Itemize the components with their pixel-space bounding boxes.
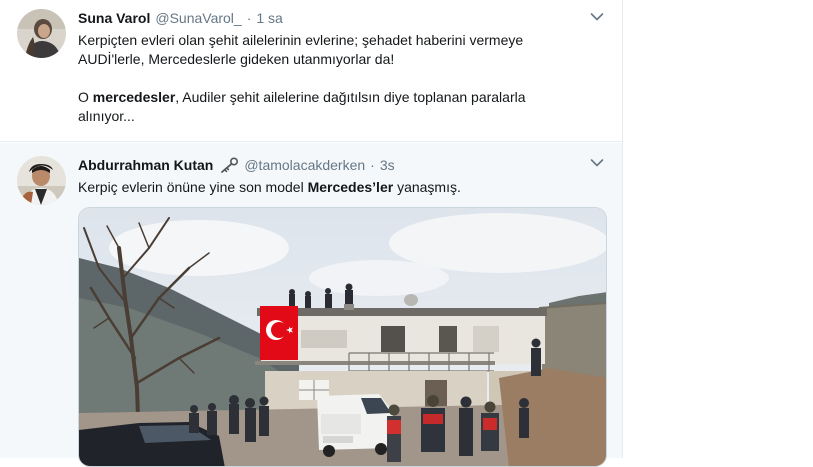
avatar[interactable]: [17, 9, 66, 58]
avatar[interactable]: [17, 156, 66, 205]
chevron-down-icon[interactable]: [590, 158, 604, 168]
tweet-photo[interactable]: [78, 207, 607, 467]
tweet-text-line: Kerpiç evlerin önüne yine son model Merc…: [78, 178, 588, 197]
timeline: Suna Varol @SunaVarol_ · 1 sa Kerpiçten …: [0, 0, 623, 467]
chevron-down-icon[interactable]: [590, 12, 604, 22]
white-van: [317, 394, 393, 457]
tweet-text-line: Kerpiçten evleri olan şehit ailelerinin …: [78, 32, 524, 48]
key-icon: [221, 157, 239, 173]
tweet-abdurrahman-kutan[interactable]: Abdurrahman Kutan @tamolacakderken · 3s …: [0, 143, 622, 467]
tweet-text: Kerpiç evlerin önüne yine son model Merc…: [78, 178, 588, 197]
tweet-text-line: O mercedesler, Audiler şehit ailelerine …: [78, 88, 588, 107]
tweet-suna-varol[interactable]: Suna Varol @SunaVarol_ · 1 sa Kerpiçten …: [0, 0, 622, 142]
turkish-flag: [260, 306, 298, 360]
tweet-text-line: alınıyor...: [78, 108, 135, 124]
text-segment: O: [78, 89, 93, 105]
tweet-header: Abdurrahman Kutan @tamolacakderken · 3s: [78, 155, 395, 175]
tweet-timestamp[interactable]: 3s: [380, 157, 395, 173]
tweet-timestamp[interactable]: 1 sa: [256, 10, 282, 26]
display-name[interactable]: Suna Varol: [78, 10, 150, 26]
highlighted-term: mercedesler: [92, 89, 176, 105]
text-segment: Kerpiç evlerin önüne yine son model: [78, 179, 308, 195]
separator-dot: ·: [370, 157, 375, 173]
user-handle[interactable]: @tamolacakderken: [244, 157, 365, 173]
text-segment: , Audiler şehit ailelerine dağıtılsın di…: [175, 89, 526, 105]
tweet-text: Kerpiçten evleri olan şehit ailelerinin …: [78, 31, 588, 126]
display-name[interactable]: Abdurrahman Kutan: [78, 157, 213, 173]
tweet-header: Suna Varol @SunaVarol_ · 1 sa: [78, 8, 283, 28]
tweet-text-line: AUDİ'lerle, Mercedeslerle gideken utanmı…: [78, 51, 395, 67]
text-segment: yanaşmış.: [393, 179, 461, 195]
user-handle[interactable]: @SunaVarol_: [155, 10, 241, 26]
dark-car: [79, 422, 225, 466]
highlighted-term: Mercedes’ler: [307, 179, 394, 195]
separator-dot: ·: [246, 10, 252, 26]
